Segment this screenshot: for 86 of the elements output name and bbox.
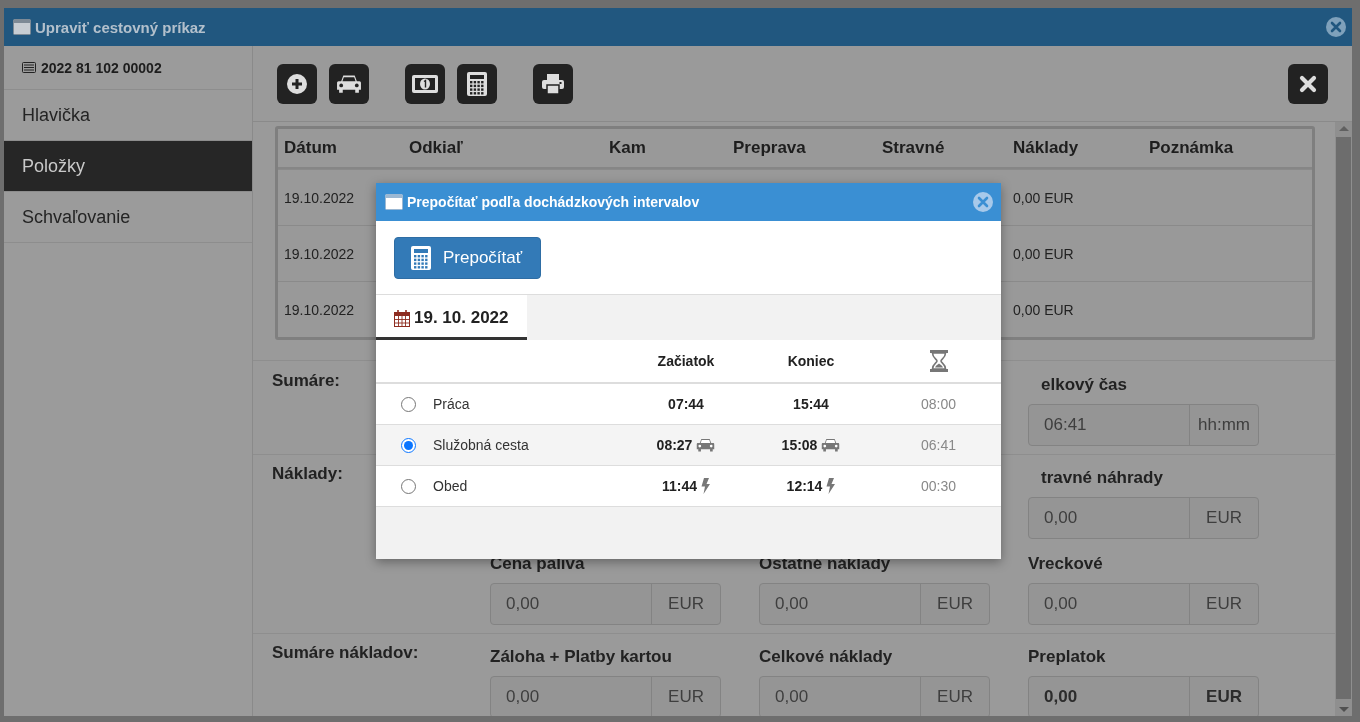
unit-label: EUR [1189, 677, 1258, 716]
table-cell: 19.10.2022 [284, 245, 355, 262]
lightning-icon [701, 478, 710, 494]
calculator-button[interactable] [457, 63, 497, 104]
field-label: elkový čas [1040, 374, 1127, 396]
dialog-title: Prepočítať podľa dochádzkových intervalov [407, 194, 700, 210]
field-label: travné náhrady [1040, 467, 1163, 489]
time-value: 15:44 [793, 396, 829, 412]
window-icon [385, 194, 403, 210]
input-field[interactable]: 0,00 EUR [1028, 583, 1259, 625]
column-header: Dátum [283, 138, 338, 158]
time-value: 11:44 [661, 478, 697, 494]
input-field[interactable]: 06:41 hh:mm [1028, 404, 1259, 446]
close-icon [1299, 74, 1317, 93]
column-header: Preprava [732, 138, 807, 158]
section-label: Náklady: [272, 463, 343, 485]
radio-button[interactable] [401, 478, 416, 494]
interval-name: Práca [433, 396, 470, 412]
car-icon [336, 73, 362, 94]
section-label: Sumáre nákladov: [272, 642, 419, 664]
unit-label: EUR [651, 584, 720, 624]
printer-icon [542, 73, 564, 94]
duration-value: 08:00 [920, 396, 956, 412]
interval-name: Služobná cesta [433, 437, 529, 453]
table-cell: 0,00 EUR [1013, 189, 1074, 206]
unit-label: hh:mm [1189, 405, 1258, 445]
input-field[interactable]: 0,00 EUR [1028, 676, 1259, 716]
print-button[interactable] [533, 63, 573, 104]
interval-name: Obed [433, 478, 468, 494]
input-field[interactable]: 0,00 EUR [759, 676, 990, 716]
input-field[interactable]: 0,00 EUR [490, 583, 721, 625]
column-header: Náklady [1012, 138, 1080, 158]
scrollbar[interactable] [1335, 122, 1352, 716]
sidebar-item[interactable]: Položky [4, 141, 252, 192]
radio-button[interactable] [401, 396, 416, 412]
window-title: Upraviť cestovný príkaz [35, 18, 206, 36]
column-header: Odkiaľ [408, 138, 464, 158]
field-label: Preplatok [1028, 646, 1106, 668]
lightning-icon [826, 478, 836, 494]
time-value: 12:14 [786, 478, 823, 494]
time-value: 07:44 [668, 396, 704, 412]
close-icon[interactable] [1326, 17, 1346, 37]
unit-label: EUR [920, 584, 989, 624]
recalculate-button[interactable]: Prepočítať [394, 236, 541, 279]
window-icon [13, 19, 31, 35]
radio-button[interactable] [401, 437, 416, 453]
time-value: 08:27 [656, 437, 693, 453]
calculator-icon [411, 245, 431, 270]
banknote-icon [412, 74, 438, 93]
input-field[interactable]: 0,00 EUR [1028, 497, 1259, 539]
duration-value: 00:30 [920, 478, 956, 494]
field-label: Záloha + Platby kartou [490, 646, 672, 668]
sidebar-item[interactable]: Schvaľovanie [4, 192, 252, 243]
field-label: Vreckové [1028, 553, 1103, 575]
car-icon [696, 437, 716, 453]
close-button[interactable] [1288, 63, 1328, 104]
column-header: Koniec [787, 353, 835, 369]
money-button[interactable] [405, 63, 445, 104]
unit-label: EUR [920, 677, 989, 716]
column-header: Začiatok [657, 353, 715, 369]
document-number: 2022 81 102 00002 [41, 59, 162, 76]
unit-label: EUR [1189, 498, 1258, 538]
unit-label: EUR [651, 677, 720, 716]
table-cell: 19.10.2022 [284, 301, 355, 318]
table-cell: 0,00 EUR [1013, 245, 1074, 262]
add-icon [287, 73, 307, 94]
date-tab[interactable]: 19. 10. 2022 [376, 295, 527, 340]
input-field[interactable]: 0,00 EUR [490, 676, 721, 716]
hourglass-icon [929, 350, 948, 372]
table-cell: 0,00 EUR [1013, 301, 1074, 318]
table-cell: 19.10.2022 [284, 189, 355, 206]
calendar-icon [394, 309, 410, 327]
car-button[interactable] [329, 63, 369, 104]
duration-value: 06:41 [920, 437, 956, 453]
add-button[interactable] [277, 63, 317, 104]
section-label: Sumáre: [272, 370, 341, 392]
time-value: 15:08 [781, 437, 818, 453]
field-label: Celkové náklady [759, 646, 893, 668]
calculator-icon [467, 71, 487, 96]
column-header: Poznámka [1148, 138, 1235, 158]
car-icon [821, 437, 841, 453]
unit-label: EUR [1189, 584, 1258, 624]
column-header: Kam [608, 138, 647, 158]
card-icon [22, 62, 36, 73]
column-header: Stravné [881, 138, 946, 158]
input-field[interactable]: 0,00 EUR [759, 583, 990, 625]
